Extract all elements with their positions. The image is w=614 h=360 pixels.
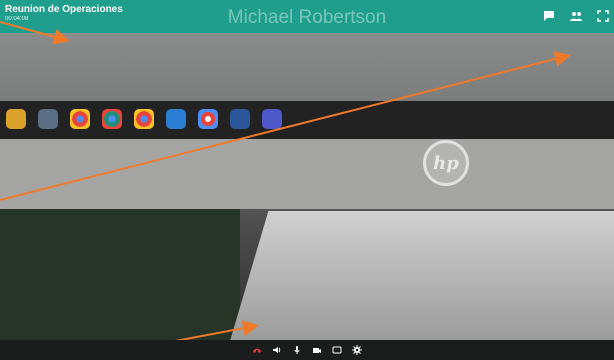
participants-icon[interactable] bbox=[569, 9, 583, 23]
hp-logo: hp bbox=[423, 140, 469, 186]
hangup-icon[interactable] bbox=[252, 342, 262, 353]
screen-share-icon[interactable] bbox=[332, 342, 342, 353]
settings-icon[interactable] bbox=[352, 342, 362, 355]
chrome-icon bbox=[198, 109, 218, 129]
chrome-icon bbox=[102, 109, 122, 129]
camera-icon[interactable] bbox=[312, 342, 322, 353]
taskbar-apps bbox=[6, 109, 282, 129]
app-icon bbox=[38, 109, 58, 129]
fullscreen-icon[interactable] bbox=[596, 9, 610, 23]
monitor-bezel bbox=[0, 139, 614, 209]
participant-name: Michael Robertson bbox=[227, 7, 387, 28]
teams-icon bbox=[262, 109, 282, 129]
call-header: Reunion de Operaciones 00:04:08 Michael … bbox=[0, 0, 614, 33]
call-toolbar bbox=[0, 340, 614, 355]
volume-icon[interactable] bbox=[272, 342, 282, 353]
word-icon bbox=[230, 109, 250, 129]
chrome-icon bbox=[134, 109, 154, 129]
chrome-icon bbox=[70, 109, 90, 129]
microphone-icon[interactable] bbox=[292, 342, 302, 354]
edge-icon bbox=[166, 109, 186, 129]
header-actions bbox=[542, 9, 610, 23]
chat-icon[interactable] bbox=[542, 9, 556, 23]
folder-icon bbox=[6, 109, 26, 129]
monitor-stand bbox=[230, 211, 614, 340]
floor-area bbox=[0, 209, 240, 340]
video-feed: hp bbox=[0, 33, 614, 340]
